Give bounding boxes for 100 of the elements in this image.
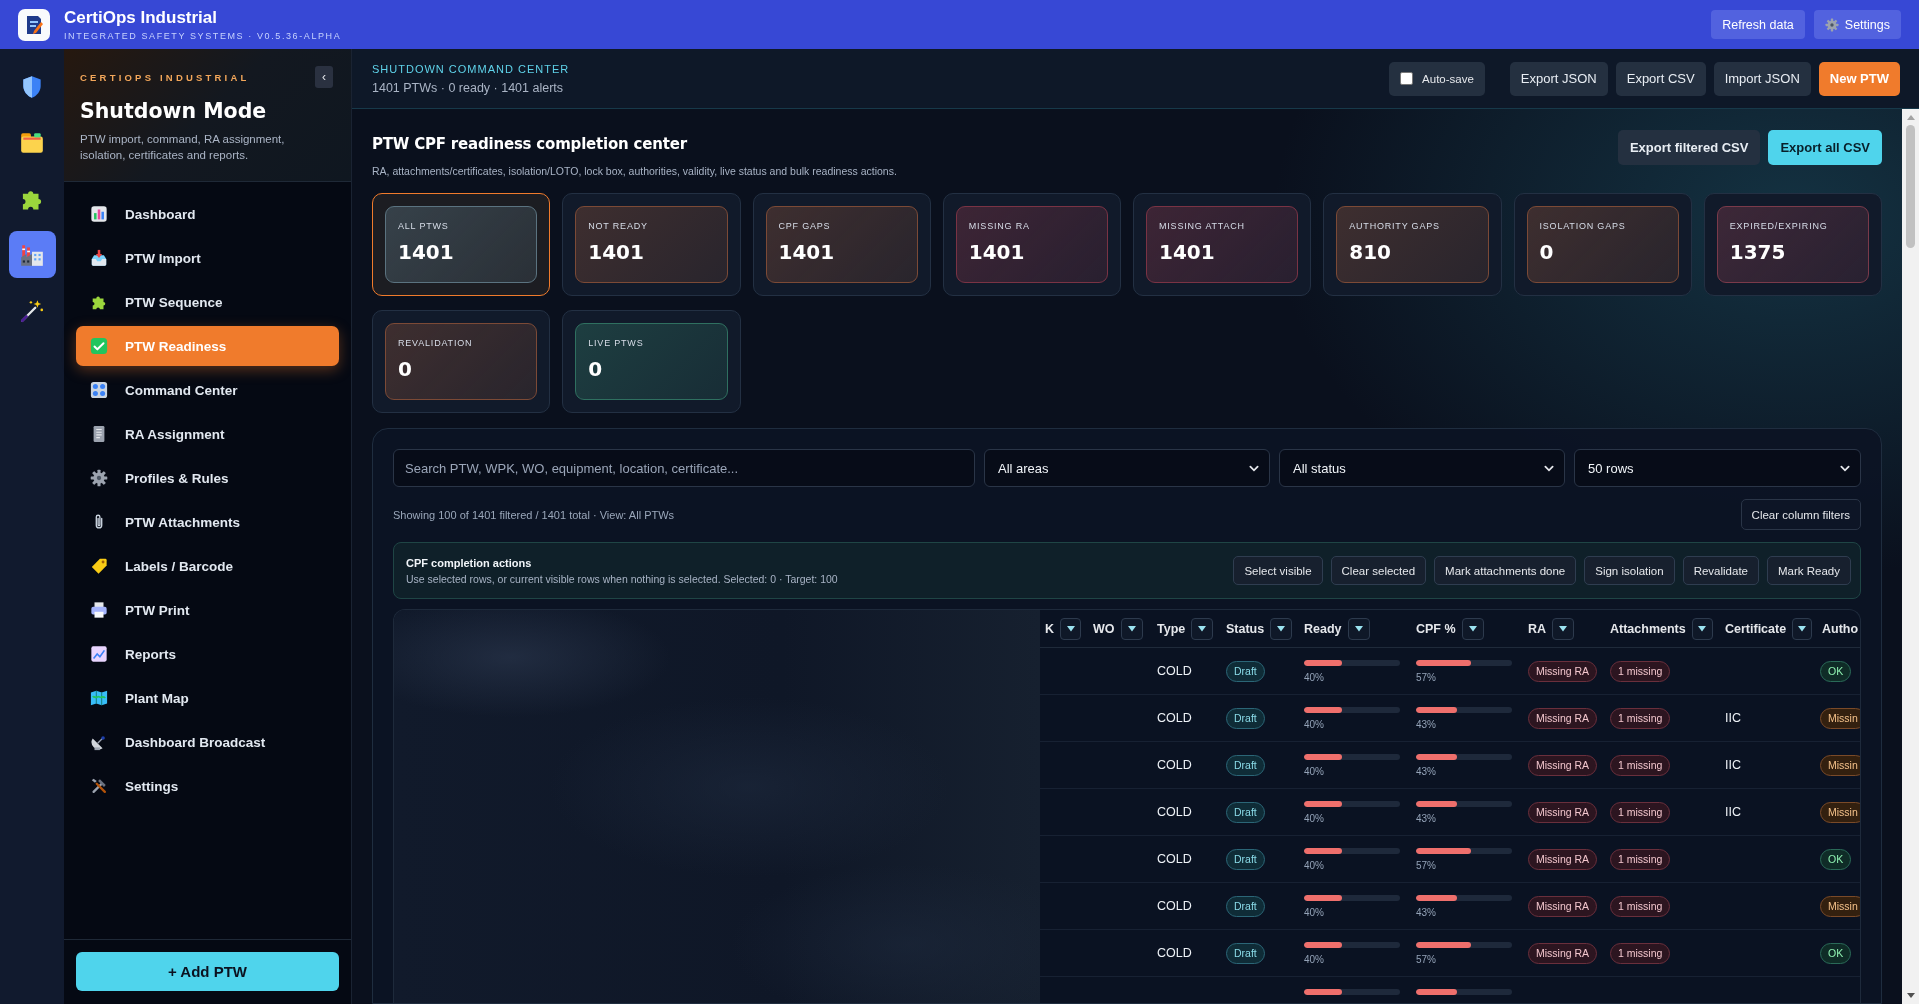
- dropdown-select[interactable]: 50 rows: [1574, 449, 1861, 487]
- section-subtitle: RA, attachments/certificates, isolation/LOTO, lock box, authorities, validity, live status and bulk readiness actions.: [372, 164, 897, 178]
- header-button[interactable]: Export CSV: [1615, 61, 1706, 96]
- rail-button[interactable]: [8, 231, 56, 278]
- dropdown-select[interactable]: All status: [1279, 449, 1565, 487]
- header-button[interactable]: Import JSON: [1713, 61, 1811, 96]
- column-filter-button[interactable]: [1060, 617, 1081, 640]
- nav-item[interactable]: Dashboard Broadcast: [76, 722, 339, 762]
- status-badge: Draft: [1226, 801, 1265, 823]
- progress-reading: 40%: [1304, 859, 1325, 871]
- ra-badge: Missing RA: [1528, 801, 1598, 823]
- logo-icon: [18, 8, 50, 41]
- nav-item[interactable]: PTW Import: [76, 238, 339, 278]
- column-filter-button[interactable]: [1552, 617, 1575, 640]
- nav-item[interactable]: Labels / Barcode: [76, 546, 339, 586]
- kpi-tile[interactable]: CPF GAPS 1401: [752, 193, 931, 296]
- column-header: RA: [1528, 621, 1547, 636]
- authority-badge: OK: [1820, 942, 1852, 964]
- table-cell: COLD: [1157, 946, 1192, 960]
- nav-item[interactable]: RA Assignment: [76, 414, 339, 454]
- kpi-label: ISOLATION GAPS: [1539, 221, 1627, 232]
- progress-reading: 40%: [1304, 718, 1325, 730]
- column-header: Autho: [1822, 621, 1859, 636]
- column-filter-button[interactable]: [1191, 617, 1214, 640]
- ra-badge: Missing RA: [1528, 942, 1598, 964]
- nav-item[interactable]: PTW Attachments: [76, 502, 339, 542]
- status-badge: Draft: [1226, 707, 1265, 729]
- collapse-button[interactable]: ‹: [315, 66, 333, 88]
- kpi-tile[interactable]: MISSING ATTACH 1401: [1133, 193, 1312, 296]
- authority-badge: Missin: [1820, 754, 1860, 776]
- nav-item[interactable]: Profiles & Rules: [76, 458, 339, 498]
- authority-badge: OK: [1820, 848, 1852, 870]
- nav-item[interactable]: Dashboard: [76, 194, 339, 234]
- action-button[interactable]: Sign isolation: [1584, 556, 1675, 585]
- auto-save-toggle[interactable]: Auto-save: [1389, 61, 1485, 96]
- kpi-label: EXPIRED/EXPIRING: [1729, 221, 1829, 232]
- search-field[interactable]: Search PTW, WPK, WO, equipment, location, certificate...: [393, 449, 975, 487]
- caret-icon: [1798, 625, 1807, 632]
- actions-title: CPF completion actions: [406, 555, 533, 570]
- nav-item[interactable]: Settings: [76, 766, 339, 806]
- progress-reading: 40%: [1304, 765, 1325, 777]
- kpi-tile[interactable]: ALL PTWS 1401: [372, 193, 551, 296]
- kpi-tile[interactable]: EXPIRED/EXPIRING 1375: [1703, 193, 1882, 296]
- kpi-tile[interactable]: MISSING RA 1401: [942, 193, 1121, 296]
- add-ptw-button[interactable]: + Add PTW: [76, 952, 339, 991]
- kpi-tile[interactable]: AUTHORITY GAPS 810: [1323, 193, 1502, 296]
- scrollbar-thumb[interactable]: [1906, 125, 1915, 248]
- action-button[interactable]: Clear selected: [1330, 556, 1427, 585]
- column-header: CPF %: [1416, 621, 1456, 636]
- refresh-button[interactable]: Refresh data: [1711, 10, 1805, 39]
- status-badge: Draft: [1226, 942, 1265, 964]
- bar-chart-icon: [90, 205, 108, 223]
- kpi-label: MISSING ATTACH: [1159, 221, 1246, 232]
- column-filter-button[interactable]: [1120, 617, 1143, 640]
- mode-description: PTW import, command, RA assignment, isolation, certificates and reports.: [80, 132, 286, 163]
- kpi-tile[interactable]: LIVE PTWS 0: [562, 310, 741, 413]
- column-filter-button[interactable]: [1347, 617, 1370, 640]
- column-filter-button[interactable]: [1792, 617, 1812, 640]
- gear-icon: [1824, 17, 1839, 32]
- column-filter-button[interactable]: [1691, 617, 1713, 640]
- table-cell: IIC: [1725, 711, 1741, 725]
- kpi-label: MISSING RA: [968, 221, 1031, 232]
- export-button[interactable]: Export all CSV: [1768, 130, 1882, 165]
- kpi-value: 0: [398, 357, 413, 381]
- action-button[interactable]: Select visible: [1233, 556, 1323, 585]
- attachments-badge: 1 missing: [1610, 660, 1671, 682]
- down-arrow-icon: [1906, 993, 1915, 998]
- column-filter-button[interactable]: [1461, 617, 1484, 640]
- nav-item[interactable]: Reports: [76, 634, 339, 674]
- authority-badge: OK: [1820, 660, 1852, 682]
- kpi-value: 1401: [968, 240, 1026, 264]
- action-button[interactable]: Mark attachments done: [1434, 556, 1577, 585]
- nav-item[interactable]: PTW Print: [76, 590, 339, 630]
- nav-item[interactable]: PTW Sequence: [76, 282, 339, 322]
- header-button[interactable]: Export JSON: [1509, 61, 1608, 96]
- nav-item[interactable]: Plant Map: [76, 678, 339, 718]
- line-chart-icon: [90, 645, 108, 663]
- action-button[interactable]: Revalidate: [1682, 556, 1759, 585]
- kpi-tile[interactable]: REVALIDATION 0: [372, 310, 551, 413]
- inbox-tray-icon: [90, 249, 108, 267]
- export-button[interactable]: Export filtered CSV: [1617, 130, 1761, 165]
- dropdown-select[interactable]: All areas: [984, 449, 1270, 487]
- authority-badge: Missin: [1820, 895, 1860, 917]
- attachments-badge: 1 missing: [1610, 895, 1671, 917]
- nav-item[interactable]: Command Center: [76, 370, 339, 410]
- checkbox[interactable]: [1400, 72, 1414, 85]
- kpi-label: AUTHORITY GAPS: [1349, 221, 1441, 232]
- kpi-tile[interactable]: NOT READY 1401: [562, 193, 741, 296]
- clear-filters-button[interactable]: Clear column filters: [1740, 499, 1861, 530]
- table-cell: COLD: [1157, 711, 1192, 725]
- column-header: K: [1045, 621, 1055, 636]
- attachments-badge: 1 missing: [1610, 801, 1671, 823]
- progress-reading: 57%: [1416, 671, 1437, 683]
- action-button[interactable]: Mark Ready: [1767, 556, 1851, 585]
- column-filter-button[interactable]: [1270, 617, 1292, 640]
- chevron-icon: [1840, 464, 1850, 472]
- kpi-tile[interactable]: ISOLATION GAPS 0: [1513, 193, 1692, 296]
- settings-button[interactable]: Settings: [1813, 10, 1901, 39]
- ra-badge: Missing RA: [1528, 848, 1598, 870]
- progress-reading: 40%: [1304, 812, 1325, 824]
